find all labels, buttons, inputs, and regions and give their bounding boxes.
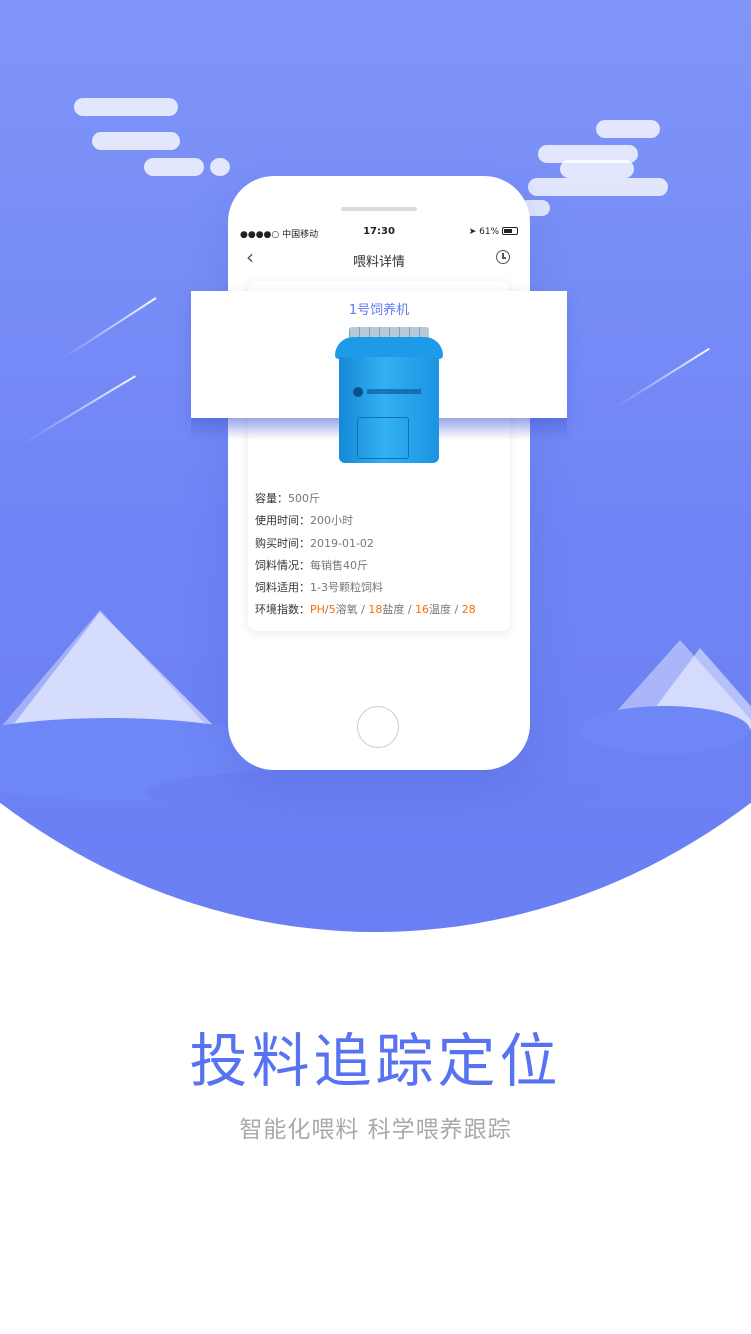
info-row-usage-time: 使用时间：200小时 — [255, 514, 353, 528]
status-bar: ●●●●○ 中国移动 17:30 ➤ 61% — [240, 223, 518, 243]
cloud-left-1 — [74, 98, 178, 116]
info-row-capacity: 容量：500斤 — [255, 492, 320, 505]
salinity-label: 盐度 — [382, 603, 405, 617]
home-button[interactable] — [357, 706, 399, 748]
device-name: 1号饲养机 — [348, 303, 410, 318]
machine-lid — [335, 337, 443, 359]
machine-body — [339, 357, 439, 463]
cloud-right-4 — [528, 178, 668, 196]
feature-subtitle: 智能化喂料 科学喂养跟踪 — [239, 1117, 512, 1143]
page-title: 喂料详情 — [352, 255, 405, 270]
ph-label: PH — [310, 603, 325, 617]
location-icon: ➤ — [468, 227, 477, 237]
ground-right — [580, 706, 750, 754]
cloud-right-3 — [560, 160, 634, 178]
info-row-feed-status: 饲料情况：每销售40斤 — [255, 558, 368, 572]
oxygen-value: 18 — [368, 603, 383, 617]
history-clock-icon[interactable] — [496, 250, 510, 264]
temperature-value: 28 — [461, 603, 476, 617]
battery-percent: 61% — [479, 227, 500, 237]
nav-bar: ‹ 喂料详情 — [240, 243, 518, 273]
cloud-left-3 — [144, 158, 204, 176]
info-row-feed-type: 饲料适用：1-3号颗粒饲料 — [255, 581, 383, 595]
cloud-right-1 — [596, 120, 660, 138]
ph-value: 5 — [328, 603, 336, 617]
salinity-value: 16 — [415, 603, 430, 617]
phone-mockup: ●●●●○ 中国移动 17:30 ➤ 61% ‹ 喂料详情 — [228, 176, 530, 770]
temperature-label: 温度 — [429, 603, 452, 617]
info-row-environment: 环境指数：PH/5溶氧 / 18盐度 / 16温度 / 28 — [255, 603, 476, 617]
ground-center — [146, 768, 602, 816]
info-row-purchase-date: 购买时间：2019-01-02 — [255, 536, 374, 550]
cloud-left-2 — [92, 132, 180, 150]
battery-icon — [502, 227, 518, 235]
feeder-machine-image — [333, 327, 445, 467]
cloud-left-4 — [210, 158, 230, 176]
phone-speaker — [341, 207, 417, 211]
machine-label-plate — [367, 389, 421, 394]
status-right: ➤ 61% — [469, 227, 518, 237]
feature-headline: 投料追踪定位 — [189, 1027, 562, 1095]
machine-door — [357, 417, 409, 459]
company-logo-icon — [353, 387, 363, 397]
device-info-list: 容量：500斤 使用时间：200小时 购买时间：2019-01-02 饲料情况：… — [255, 488, 515, 622]
oxygen-label: 溶氧 — [335, 603, 358, 617]
